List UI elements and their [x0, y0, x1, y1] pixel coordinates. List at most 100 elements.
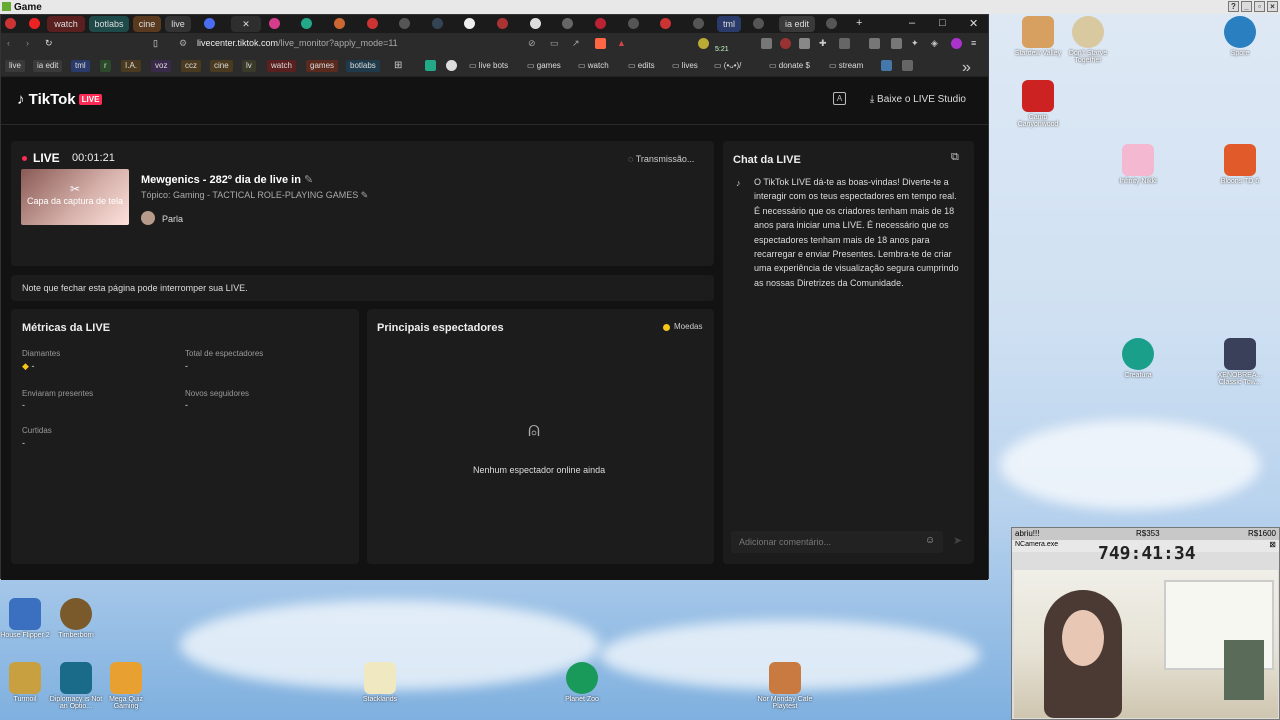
bookmark-icon[interactable]: [446, 60, 457, 71]
vpn-icon[interactable]: ◈: [931, 38, 942, 49]
restore-icon[interactable]: ▫: [1254, 1, 1265, 12]
bookmark-voz[interactable]: voz: [151, 60, 172, 72]
tab-favicon[interactable]: [628, 18, 639, 29]
forward-icon[interactable]: ›: [26, 38, 37, 49]
rewards-icon[interactable]: ▲: [617, 38, 628, 49]
folder-watch[interactable]: watch: [578, 60, 609, 72]
help-icon[interactable]: ?: [1228, 1, 1239, 12]
tab-botlabs[interactable]: botlabs: [89, 16, 129, 32]
bookmark-ia[interactable]: I.A.: [121, 60, 142, 72]
minimize-icon[interactable]: –: [909, 17, 915, 29]
folder-emote[interactable]: (•ᴗ•)/: [714, 60, 742, 72]
profile-icon[interactable]: [951, 38, 962, 49]
extension-icon[interactable]: [780, 38, 791, 49]
desktop-icon-dont-starve[interactable]: Don't Starve Together: [1058, 16, 1118, 64]
maximize-icon[interactable]: □: [939, 17, 946, 29]
tab-favicon[interactable]: [530, 18, 541, 29]
emoji-icon[interactable]: ☺: [925, 535, 935, 546]
site-info-icon[interactable]: ⚙: [179, 38, 190, 49]
tab-tml[interactable]: tml: [717, 16, 741, 32]
bookmark-icon[interactable]: ▯: [153, 38, 164, 49]
tab-watch[interactable]: watch: [47, 16, 85, 32]
desktop-icon-stacklands[interactable]: Stacklands: [350, 662, 410, 703]
tab-favicon[interactable]: [562, 18, 573, 29]
close-icon[interactable]: ✕: [969, 17, 978, 30]
desktop-icon-creatura[interactable]: Creatura: [1108, 338, 1168, 379]
desktop-icon-infinity-nikki[interactable]: Infinity Nikki: [1108, 144, 1168, 185]
download-studio-link[interactable]: ⤓ Baixe o LIVE Studio: [870, 94, 966, 105]
tab-ia-edit[interactable]: ia edit: [779, 16, 815, 32]
menu-icon[interactable]: ≡: [971, 38, 982, 49]
bookmark-tml[interactable]: tml: [71, 60, 90, 72]
folder-games[interactable]: games: [527, 60, 561, 72]
bookmark-icon[interactable]: [902, 60, 913, 71]
send-icon[interactable]: ➤: [953, 534, 962, 547]
apps-grid-icon[interactable]: ⊞: [394, 60, 405, 71]
folder-live-bots[interactable]: live bots: [469, 60, 508, 72]
tab-favicon[interactable]: [399, 18, 410, 29]
bookmark-ccz[interactable]: ccz: [181, 60, 201, 72]
tab-favicon[interactable]: [497, 18, 508, 29]
edit-icon[interactable]: ✎: [304, 174, 313, 186]
tab-favicon[interactable]: [693, 18, 704, 29]
edit-icon[interactable]: ✎: [361, 190, 369, 200]
tab-favicon[interactable]: [595, 18, 606, 29]
desktop-icon-mega-quiz[interactable]: Mega Quiz Gaming: [96, 662, 156, 710]
popout-icon[interactable]: ⧉: [951, 151, 959, 164]
desktop-icon-nor-monday[interactable]: Nor Monday Cafe Playtest: [755, 662, 815, 710]
tab-favicon[interactable]: [269, 18, 280, 29]
bookmark-lv[interactable]: lv: [242, 60, 256, 72]
extension-icon[interactable]: [761, 38, 772, 49]
puzzle-icon[interactable]: ✚: [819, 38, 830, 49]
bookmark-icon[interactable]: [881, 60, 892, 71]
tab-favicon[interactable]: [464, 18, 475, 29]
desktop-icon-camp[interactable]: Camp Canyonwood: [1008, 80, 1068, 128]
tab-favicon[interactable]: [826, 18, 837, 29]
bookmark-watch[interactable]: watch: [267, 60, 296, 72]
close-icon[interactable]: ⊠: [1269, 540, 1276, 549]
folder-donate[interactable]: donate $: [769, 60, 810, 72]
bookmark-cine[interactable]: cine: [210, 60, 233, 72]
tab-favicon[interactable]: [660, 18, 671, 29]
font-size-icon[interactable]: A: [833, 92, 846, 105]
desktop-icon-xenobreaker[interactable]: XENOBREA... Classic Tow...: [1210, 338, 1270, 386]
extension-icon[interactable]: [698, 38, 709, 49]
desktop-icon-spore[interactable]: Spore: [1210, 16, 1270, 57]
tab-favicon[interactable]: [29, 18, 40, 29]
ai-icon[interactable]: ✦: [911, 38, 922, 49]
cast-icon[interactable]: ▭: [550, 38, 561, 49]
back-icon[interactable]: ‹: [7, 38, 18, 49]
share-icon[interactable]: ↗: [572, 38, 583, 49]
more-bookmarks-icon[interactable]: »: [962, 59, 973, 76]
minimize-icon[interactable]: _: [1241, 1, 1252, 12]
wallet-icon[interactable]: [891, 38, 902, 49]
reload-icon[interactable]: ↻: [45, 38, 56, 49]
bookmark-games[interactable]: games: [306, 60, 339, 72]
tiktok-logo[interactable]: ♪ TikTok LIVE: [17, 91, 103, 108]
tab-favicon[interactable]: [5, 18, 16, 29]
bookmark-ia-edit[interactable]: ia edit: [33, 60, 63, 72]
bookmark-botlabs[interactable]: botlabs: [346, 60, 380, 72]
extension-icon[interactable]: [839, 38, 850, 49]
comment-input[interactable]: Adicionar comentário... ☺: [731, 531, 943, 553]
tab-favicon[interactable]: [334, 18, 345, 29]
desktop-icon-bloons[interactable]: Bloons TD 6: [1210, 144, 1270, 185]
extension-icon[interactable]: [799, 38, 810, 49]
desktop-icon-planet-zoo[interactable]: Planet Zoo: [552, 662, 612, 703]
tab-favicon[interactable]: [367, 18, 378, 29]
url-field[interactable]: livecenter.tiktok.com/live_monitor?apply…: [197, 38, 398, 48]
brave-shield-icon[interactable]: [595, 38, 606, 49]
bookmark-icon[interactable]: [425, 60, 436, 71]
bookmark-live[interactable]: live: [5, 60, 26, 72]
bookmark-r[interactable]: r: [100, 60, 111, 72]
close-icon[interactable]: ×: [1267, 1, 1278, 12]
tab-active[interactable]: ✕: [231, 16, 261, 32]
sidebar-icon[interactable]: [869, 38, 880, 49]
tab-favicon[interactable]: [204, 18, 215, 29]
folder-stream[interactable]: stream: [829, 60, 863, 72]
tab-live[interactable]: live: [165, 16, 191, 32]
tab-cine[interactable]: cine: [133, 16, 161, 32]
folder-lives[interactable]: lives: [672, 60, 698, 72]
desktop-icon-timberborn[interactable]: Timberborn: [46, 598, 106, 639]
tab-favicon[interactable]: [432, 18, 443, 29]
